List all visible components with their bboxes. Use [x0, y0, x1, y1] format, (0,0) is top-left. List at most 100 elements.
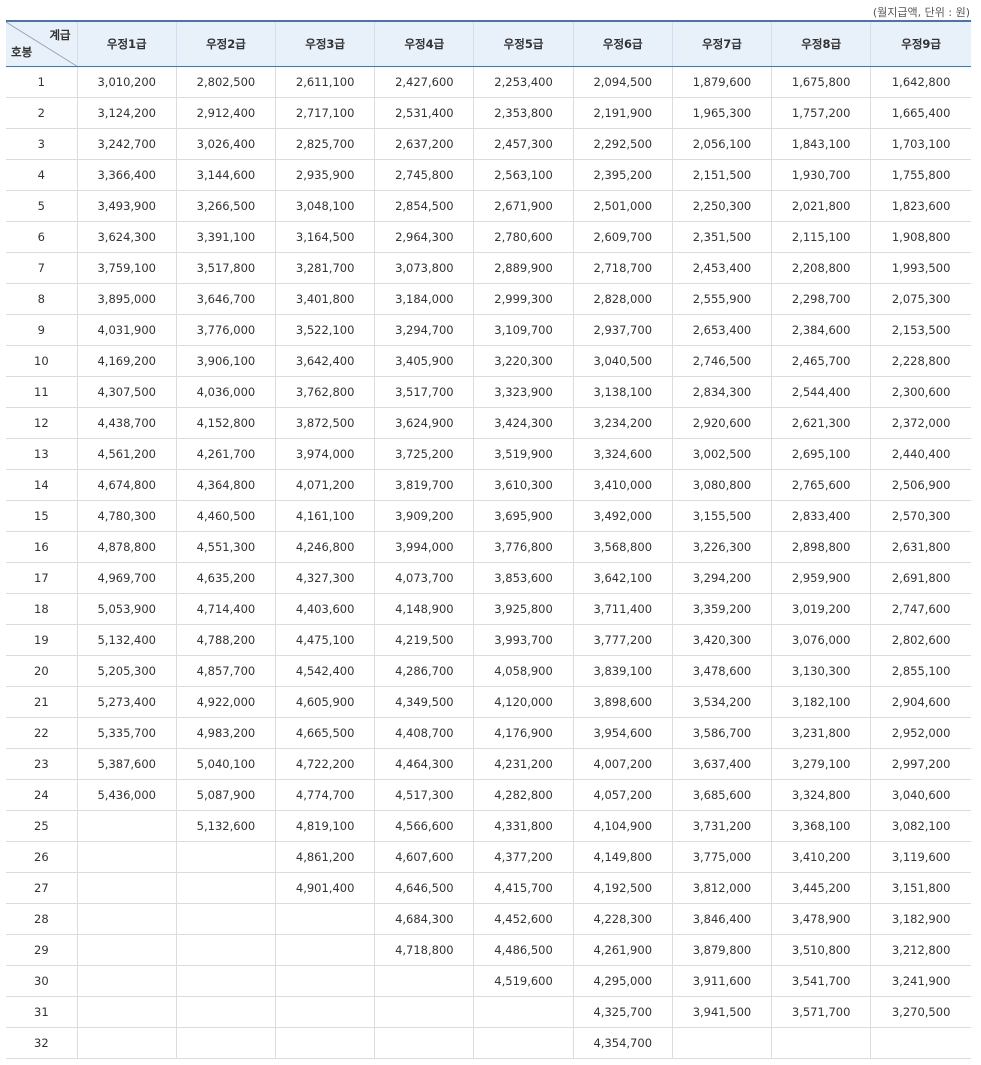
step-number-cell: 21 [6, 686, 78, 718]
salary-cell: 3,510,800 [771, 934, 871, 966]
salary-cell: 3,776,800 [473, 531, 574, 563]
grade-header-6: 우정6급 [572, 20, 673, 67]
salary-cell: 2,440,400 [870, 438, 971, 470]
salary-cell: 2,253,400 [473, 66, 574, 98]
table-row: 21 5,273,400 4,922,000 4,605,900 4,349,500 4,… [6, 686, 971, 718]
salary-cell: 3,541,700 [771, 965, 871, 997]
salary-cell: 3,759,100 [76, 252, 177, 284]
salary-cell: 2,501,000 [572, 190, 673, 222]
salary-cell: 3,517,700 [374, 376, 474, 408]
salary-cell: 4,104,900 [572, 810, 673, 842]
salary-cell: 4,071,200 [275, 469, 375, 501]
salary-cell: 2,531,400 [374, 97, 474, 129]
salary-cell: 2,395,200 [572, 159, 673, 191]
salary-cell: 3,895,000 [76, 283, 177, 315]
salary-cell: 3,410,000 [572, 469, 673, 501]
step-number-cell: 28 [6, 903, 78, 935]
table-row: 13 4,561,200 4,261,700 3,974,000 3,725,200 3,… [6, 438, 971, 470]
salary-cell: 3,109,700 [473, 314, 574, 346]
salary-cell: 3,019,200 [771, 593, 871, 625]
salary-cell: 2,457,300 [473, 128, 574, 160]
salary-cell: 4,354,700 [572, 1027, 673, 1059]
salary-cell: 5,040,100 [175, 748, 276, 780]
salary-cell: 2,292,500 [572, 128, 673, 160]
salary-cell [374, 996, 474, 1028]
salary-cell: 3,040,600 [870, 779, 971, 811]
step-number-cell: 26 [6, 841, 78, 873]
salary-cell: 4,403,600 [275, 593, 375, 625]
salary-cell: 3,155,500 [671, 500, 772, 532]
step-number-cell: 18 [6, 593, 78, 625]
step-number-cell: 16 [6, 531, 78, 563]
table-row: 8 3,895,000 3,646,700 3,401,800 3,184,000 2,9… [6, 283, 971, 315]
salary-cell: 3,993,700 [473, 624, 574, 656]
salary-cell [374, 1027, 474, 1059]
salary-cell: 3,368,100 [771, 810, 871, 842]
salary-cell: 4,327,300 [275, 562, 375, 594]
table-row: 9 4,031,900 3,776,000 3,522,100 3,294,700 3,1… [6, 314, 971, 346]
salary-cell: 3,846,400 [671, 903, 772, 935]
salary-cell: 2,855,100 [870, 655, 971, 687]
table-row: 11 4,307,500 4,036,000 3,762,800 3,517,700 3,… [6, 376, 971, 408]
step-number-cell: 24 [6, 779, 78, 811]
salary-cell [76, 1027, 177, 1059]
salary-cell: 4,542,400 [275, 655, 375, 687]
salary-cell: 2,465,700 [771, 345, 871, 377]
salary-cell: 4,415,700 [473, 872, 574, 904]
salary-cell: 1,703,100 [870, 128, 971, 160]
salary-cell: 4,169,200 [76, 345, 177, 377]
table-row: 5 3,493,900 3,266,500 3,048,100 2,854,500 2,6… [6, 190, 971, 222]
salary-cell: 2,691,800 [870, 562, 971, 594]
salary-cell: 3,839,100 [572, 655, 673, 687]
salary-cell: 1,642,800 [870, 66, 971, 98]
salary-cell: 2,935,900 [275, 159, 375, 191]
salary-cell [175, 996, 276, 1028]
salary-cell: 4,861,200 [275, 841, 375, 873]
salary-cell: 3,685,600 [671, 779, 772, 811]
salary-cell: 1,843,100 [771, 128, 871, 160]
salary-cell: 3,731,200 [671, 810, 772, 842]
salary-cell: 3,909,200 [374, 500, 474, 532]
step-number-cell: 23 [6, 748, 78, 780]
salary-cell: 3,522,100 [275, 314, 375, 346]
table-row: 7 3,759,100 3,517,800 3,281,700 3,073,800 2,8… [6, 252, 971, 284]
salary-cell: 2,208,800 [771, 252, 871, 284]
salary-cell: 3,405,900 [374, 345, 474, 377]
salary-cell: 3,124,200 [76, 97, 177, 129]
salary-cell: 4,073,700 [374, 562, 474, 594]
salary-cell: 3,242,700 [76, 128, 177, 160]
salary-cell [275, 965, 375, 997]
salary-cell: 3,234,200 [572, 407, 673, 439]
grade-header-4: 우정4급 [374, 20, 474, 67]
salary-cell: 4,605,900 [275, 686, 375, 718]
salary-cell: 1,757,200 [771, 97, 871, 129]
salary-cell: 2,653,400 [671, 314, 772, 346]
salary-cell: 2,094,500 [572, 66, 673, 98]
salary-cell: 3,624,900 [374, 407, 474, 439]
salary-cell: 4,246,800 [275, 531, 375, 563]
salary-cell: 2,570,300 [870, 500, 971, 532]
salary-cell: 3,324,800 [771, 779, 871, 811]
salary-cell: 4,901,400 [275, 872, 375, 904]
salary-cell: 3,359,200 [671, 593, 772, 625]
salary-cell: 4,607,600 [374, 841, 474, 873]
salary-cell: 2,372,000 [870, 407, 971, 439]
salary-cell: 2,889,900 [473, 252, 574, 284]
salary-cell: 3,401,800 [275, 283, 375, 315]
salary-cell: 3,144,600 [175, 159, 276, 191]
salary-cell: 2,718,700 [572, 252, 673, 284]
salary-cell: 4,161,100 [275, 500, 375, 532]
salary-cell [275, 934, 375, 966]
grade-header-8: 우정8급 [771, 20, 871, 67]
salary-cell: 2,151,500 [671, 159, 772, 191]
salary-cell: 2,115,100 [771, 221, 871, 253]
salary-cell: 3,695,900 [473, 500, 574, 532]
salary-cell: 4,635,200 [175, 562, 276, 594]
salary-cell: 2,671,900 [473, 190, 574, 222]
salary-cell: 3,138,100 [572, 376, 673, 408]
salary-cell: 4,714,400 [175, 593, 276, 625]
step-number-cell: 15 [6, 500, 78, 532]
step-number-cell: 17 [6, 562, 78, 594]
salary-cell: 1,665,400 [870, 97, 971, 129]
salary-cell: 3,624,300 [76, 221, 177, 253]
